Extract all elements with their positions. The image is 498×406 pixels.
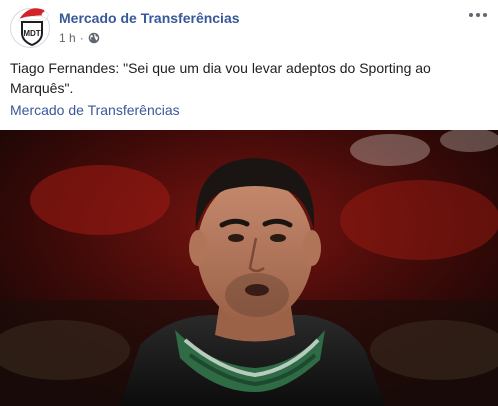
mdt-logo-icon: MDT [18,8,49,47]
meta-separator: · [79,31,84,45]
post-time[interactable]: 1 h [59,31,76,45]
avatar-initials: MDT [23,29,40,38]
page-avatar[interactable]: MDT [10,8,50,48]
post-photo[interactable] [0,130,498,406]
post-meta: 1 h · [59,31,100,45]
globe-icon[interactable] [88,32,100,44]
post-link[interactable]: Mercado de Transferências [10,100,180,120]
man-portrait-photo [0,130,498,406]
post-header: MDT Mercado de Transferências 1 h · [0,0,498,56]
page-name-link[interactable]: Mercado de Transferências [59,10,240,26]
post-text: Tiago Fernandes: "Sei que um dia vou lev… [10,60,431,96]
more-options-icon[interactable] [466,6,490,24]
